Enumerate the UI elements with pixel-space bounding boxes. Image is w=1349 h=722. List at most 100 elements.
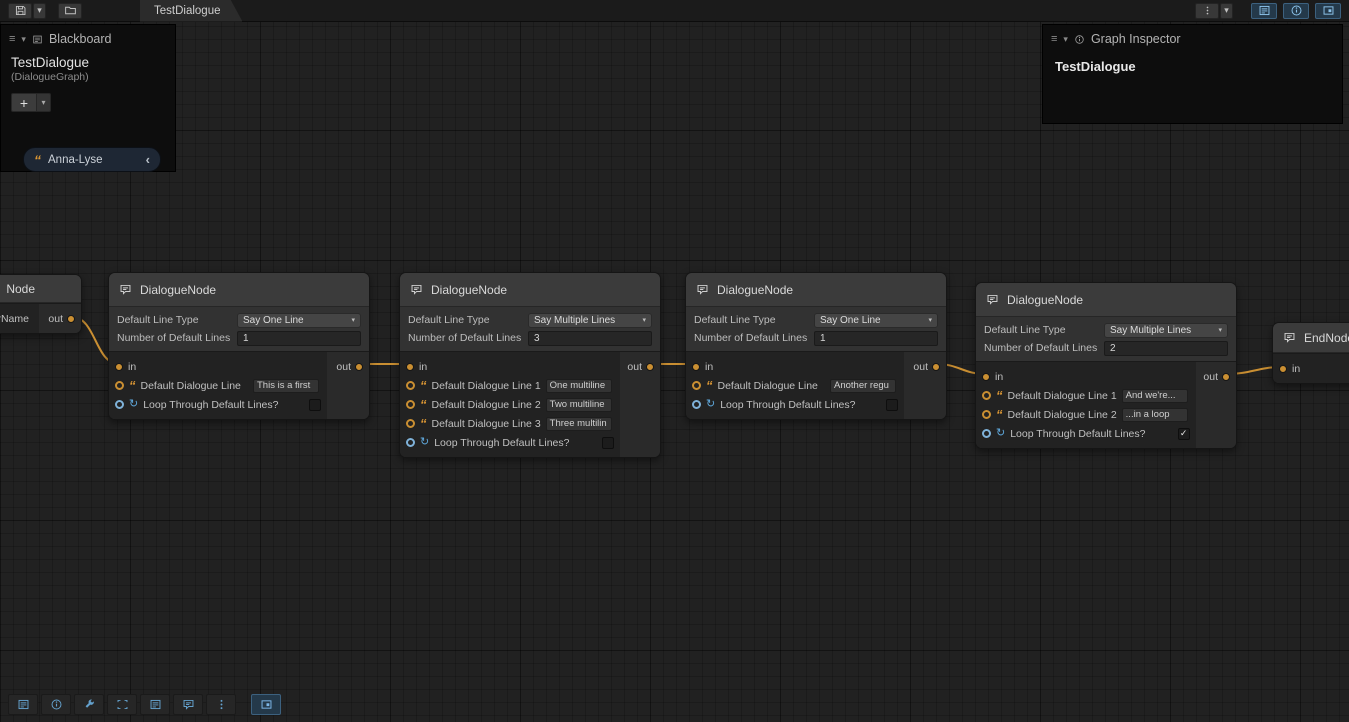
check-icon: ✓ (1180, 429, 1188, 438)
line-type-label: Default Line Type (984, 324, 1098, 336)
dialogue-line-port[interactable] (406, 400, 415, 409)
out-port[interactable] (355, 363, 363, 371)
blackboard-graph-type: (DialogueGraph) (1, 70, 175, 89)
dialogue-node-4[interactable]: DialogueNode Default Line Type Say Multi… (975, 282, 1237, 449)
num-lines-input[interactable]: 1 (814, 331, 938, 346)
loop-checkbox[interactable]: ✓ (1178, 428, 1190, 440)
dialogue-node-1[interactable]: DialogueNode Default Line Type Say One L… (108, 272, 370, 420)
foldout-icon[interactable]: ▾ (21, 34, 26, 45)
dialogue-line-port[interactable] (982, 410, 991, 419)
dialogue-button[interactable] (173, 694, 203, 715)
dialogue-line-input[interactable]: Another regu (830, 379, 896, 393)
chevron-down-icon: ▾ (928, 316, 932, 324)
dialogue-line-input[interactable]: One multiline (546, 379, 612, 393)
dialogue-line-port[interactable] (115, 381, 124, 390)
loop-icon: ↻ (129, 399, 138, 410)
line-type-dropdown[interactable]: Say One Line ▾ (237, 313, 361, 328)
collapse-left-icon[interactable]: ‹ (146, 152, 150, 167)
loop-port[interactable] (406, 438, 415, 447)
speaker-node-partial[interactable]: Node kerName out (0, 274, 82, 334)
in-port[interactable] (982, 373, 990, 381)
out-port[interactable] (1222, 373, 1230, 381)
more-options-button[interactable] (1195, 3, 1219, 19)
in-port[interactable] (1279, 365, 1287, 373)
dialogue-line-input[interactable]: ...in a loop (1122, 408, 1188, 422)
node-header[interactable]: DialogueNode (686, 273, 946, 307)
blackboard-button[interactable] (8, 694, 38, 715)
line-type-dropdown[interactable]: Say Multiple Lines ▾ (1104, 323, 1228, 338)
out-port[interactable] (932, 363, 940, 371)
graph-inspector-panel: ≡ ▾ Graph Inspector TestDialogue (1042, 24, 1343, 124)
plus-icon: + (20, 95, 28, 111)
minimap-toggle-button[interactable] (1315, 3, 1341, 19)
blackboard-header[interactable]: ≡ ▾ Blackboard (1, 25, 175, 51)
num-lines-input[interactable]: 1 (237, 331, 361, 346)
dialogue-line-input[interactable]: And we're... (1122, 389, 1188, 403)
inspector-button[interactable] (41, 694, 71, 715)
dialogue-line-port[interactable] (406, 381, 415, 390)
blackboard-toggle-icon (1258, 4, 1271, 17)
blackboard-field-anna-lyse[interactable]: “ Anna-Lyse ‹ (23, 147, 161, 172)
loop-port[interactable] (115, 400, 124, 409)
node-header[interactable]: Node (0, 275, 81, 303)
num-lines-label: Number of Default Lines (694, 332, 808, 344)
dialogue-icon (410, 283, 423, 296)
chevron-down-icon: ▾ (1224, 5, 1229, 16)
add-property-dropdown[interactable]: ▾ (37, 93, 51, 112)
more-button[interactable] (206, 694, 236, 715)
num-lines-input[interactable]: 3 (528, 331, 652, 346)
minimap-button[interactable] (251, 694, 281, 715)
folder-icon (64, 4, 77, 17)
line-type-value: Say One Line (820, 315, 928, 326)
panels-button[interactable] (140, 694, 170, 715)
loop-port[interactable] (692, 400, 701, 409)
toolbar-right-group: ▾ (1191, 3, 1349, 19)
out-port[interactable] (646, 363, 654, 371)
line-type-dropdown[interactable]: Say Multiple Lines ▾ (528, 313, 652, 328)
dialogue-line-input[interactable]: This is a first (253, 379, 319, 393)
quote-icon: “ (996, 410, 1003, 419)
in-port[interactable] (115, 363, 123, 371)
graph-tab[interactable]: TestDialogue (140, 0, 242, 22)
loop-port[interactable] (982, 429, 991, 438)
frame-button[interactable] (107, 694, 137, 715)
loop-checkbox[interactable] (309, 399, 321, 411)
inspector-toggle-button[interactable] (1283, 3, 1309, 19)
chevron-down-icon: ▾ (351, 316, 355, 324)
quote-icon: “ (996, 391, 1003, 400)
open-asset-button[interactable] (58, 3, 82, 19)
node-header[interactable]: DialogueNode (976, 283, 1236, 317)
out-port[interactable] (67, 315, 75, 323)
foldout-icon[interactable]: ▾ (1063, 34, 1068, 45)
tools-button[interactable] (74, 694, 104, 715)
menu-icon[interactable]: ≡ (1051, 33, 1057, 45)
menu-icon[interactable]: ≡ (9, 33, 15, 45)
dialogue-node-3[interactable]: DialogueNode Default Line Type Say One L… (685, 272, 947, 420)
quote-icon: “ (34, 155, 41, 165)
minimap-icon (260, 698, 273, 711)
num-lines-input[interactable]: 2 (1104, 341, 1228, 356)
end-node[interactable]: EndNode in (1272, 322, 1349, 384)
loop-checkbox[interactable] (602, 437, 614, 449)
blackboard-toggle-button[interactable] (1251, 3, 1277, 19)
dialogue-line-input[interactable]: Three multilin (546, 417, 612, 431)
dialogue-node-2[interactable]: DialogueNode Default Line Type Say Multi… (399, 272, 661, 458)
save-dropdown-button[interactable]: ▾ (33, 3, 46, 19)
panels-icon (149, 698, 162, 711)
dialogue-line-input[interactable]: Two multiline (546, 398, 612, 412)
more-dropdown-button[interactable]: ▾ (1220, 3, 1233, 19)
node-header[interactable]: DialogueNode (400, 273, 660, 307)
add-property-button[interactable]: + (11, 93, 37, 112)
node-header[interactable]: EndNode (1273, 323, 1349, 353)
dialogue-line-port[interactable] (692, 381, 701, 390)
in-port[interactable] (406, 363, 414, 371)
node-header[interactable]: DialogueNode (109, 273, 369, 307)
graph-inspector-header[interactable]: ≡ ▾ Graph Inspector (1043, 25, 1342, 51)
in-port[interactable] (692, 363, 700, 371)
dialogue-line-port[interactable] (406, 419, 415, 428)
loop-checkbox[interactable] (886, 399, 898, 411)
dialogue-line-label: Default Dialogue Line 1 (432, 380, 541, 392)
save-button[interactable] (8, 3, 32, 19)
dialogue-line-port[interactable] (982, 391, 991, 400)
line-type-dropdown[interactable]: Say One Line ▾ (814, 313, 938, 328)
